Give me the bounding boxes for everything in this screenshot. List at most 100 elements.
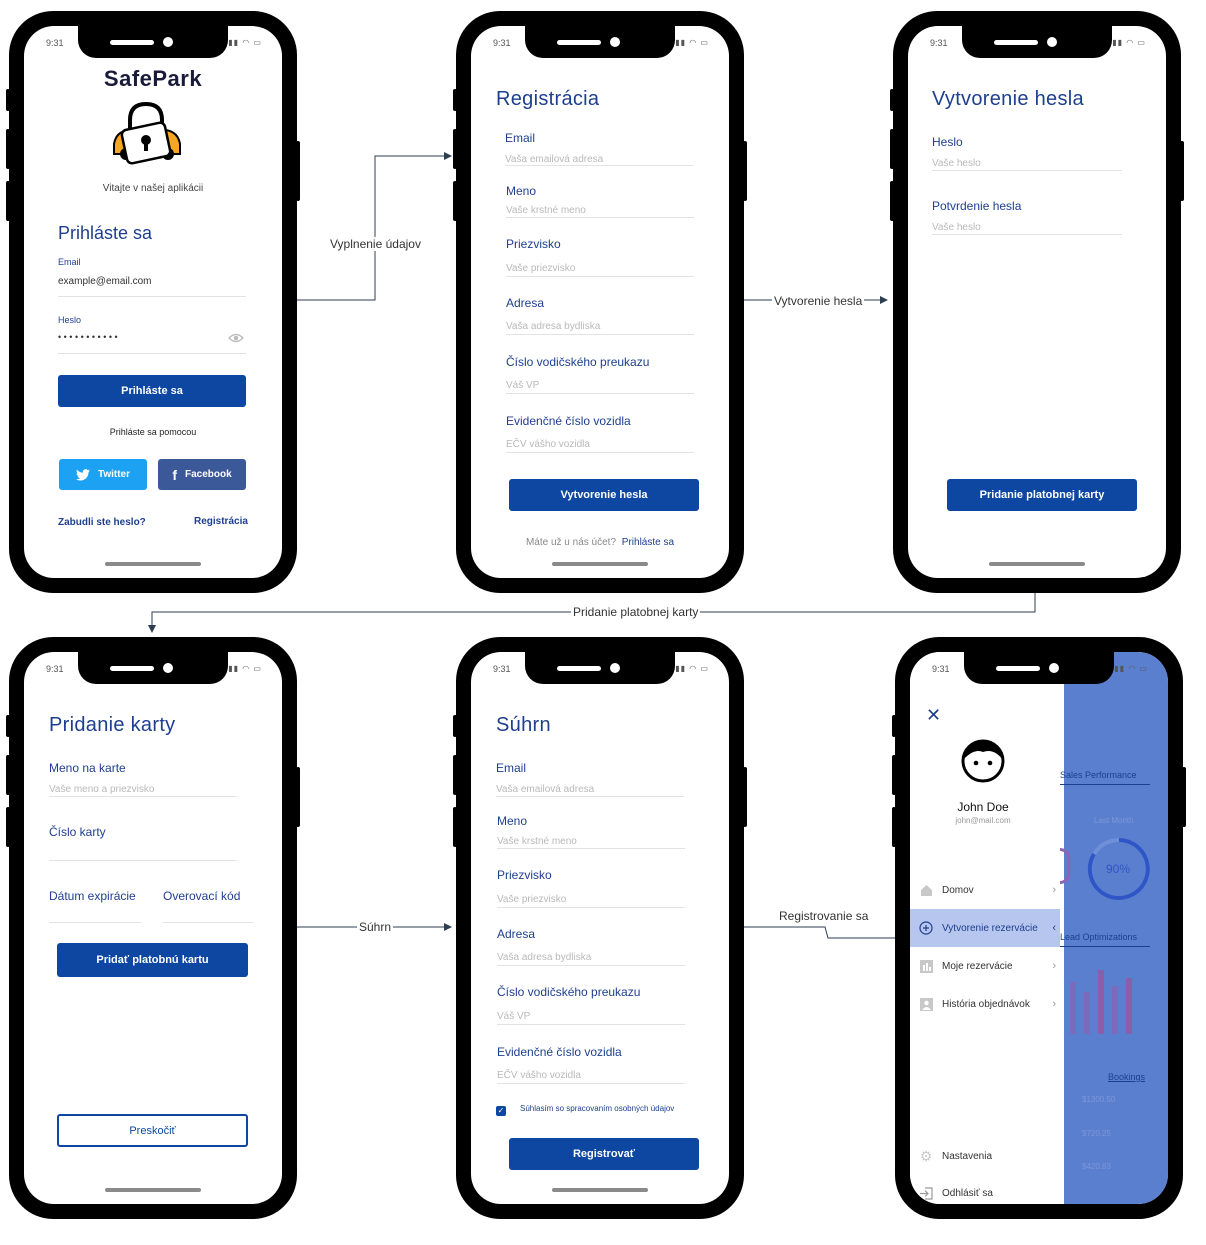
- login-button[interactable]: Prihláste sa: [58, 375, 246, 407]
- reg-email-input[interactable]: Vaša emailová adresa: [505, 154, 603, 165]
- card-cvc-label: Overovací kód: [163, 889, 241, 903]
- password-input[interactable]: Vaše heslo: [932, 158, 981, 169]
- close-icon[interactable]: ✕: [926, 706, 941, 724]
- dashboard-background: Sales Performance Last Month 90% Lead Op…: [1060, 652, 1168, 1204]
- menu-item-home[interactable]: Domov ›: [910, 871, 1060, 909]
- password-label: Heslo: [58, 315, 82, 325]
- person-card-icon: [919, 997, 933, 1011]
- menu-item-my-reservations[interactable]: Moje rezervácie ›: [910, 947, 1060, 985]
- menu-label-my-reservations: Moje rezervácie: [942, 960, 1013, 972]
- add-card-button[interactable]: Pridanie platobnej karty: [947, 479, 1137, 511]
- reg-name-input[interactable]: Vaše krstné meno: [506, 205, 586, 216]
- menu-label-order-history: História objednávok: [942, 998, 1030, 1010]
- menu-item-logout[interactable]: Odhlásiť sa: [910, 1174, 1060, 1204]
- email-label: Email: [58, 257, 81, 267]
- password-field[interactable]: • • • • • • • • • • •: [58, 332, 118, 342]
- app-name: SafePark: [103, 66, 203, 91]
- sum-surname-label: Priezvisko: [497, 868, 552, 882]
- phone-registration: 9:31 ▮▮ ◠ ▭ Registrácia Email Vaša email…: [453, 11, 747, 593]
- sum-license-label: Číslo vodičského preukazu: [497, 985, 641, 999]
- eye-icon[interactable]: [228, 332, 244, 344]
- menu-item-order-history[interactable]: História objednávok ›: [910, 985, 1060, 1023]
- car-lock-logo: [113, 101, 181, 165]
- menu-item-settings[interactable]: ⚙ Nastavenia: [910, 1137, 1060, 1175]
- have-account-text: Máte už u nás účet?: [525, 537, 617, 548]
- chevron-right-icon: ›: [1052, 884, 1056, 896]
- sum-address-input[interactable]: Vaša adresa bydliska: [497, 952, 591, 963]
- menu-label-home: Domov: [942, 884, 974, 896]
- sum-email-input[interactable]: Vaša emailová adresa: [496, 784, 594, 795]
- consent-text: Súhlasím so spracovaním osobných údajov: [520, 1104, 675, 1113]
- status-time: 9:31: [493, 664, 511, 674]
- sum-surname-input[interactable]: Vaše priezvisko: [497, 894, 566, 905]
- reg-license-input[interactable]: Váš VP: [506, 380, 539, 391]
- add-card-screen: 9:31 ▮▮ ◠ ▭ Pridanie karty Meno na karte…: [24, 652, 282, 1204]
- skip-button[interactable]: Preskočiť: [57, 1114, 248, 1147]
- facebook-button[interactable]: f Facebook: [158, 459, 246, 490]
- password-screen: 9:31 ▮▮ ◠ ▭ Vytvorenie hesla Heslo Vaše …: [908, 26, 1166, 578]
- connector-summary-menu: [743, 926, 896, 939]
- chevron-right-icon: ›: [1052, 960, 1056, 972]
- connector-label-fill-data: Vyplnenie údajov: [328, 237, 423, 251]
- connector-label-add-card: Pridanie platobnej karty: [571, 605, 701, 619]
- facebook-label: Facebook: [184, 469, 232, 480]
- avatar-icon: [961, 739, 1005, 783]
- side-drawer: 9:31 ✕ John Doe john@mail.com Domov › Vy…: [910, 652, 1060, 1204]
- twitter-button[interactable]: Twitter: [59, 459, 147, 490]
- card-expiry-label: Dátum expirácie: [49, 889, 136, 903]
- sum-email-label: Email: [496, 761, 527, 775]
- twitter-icon: [75, 468, 90, 481]
- gear-icon: ⚙: [919, 1147, 933, 1164]
- phone-menu: Sales Performance Last Month 90% Lead Op…: [892, 637, 1186, 1219]
- reg-surname-label: Priezvisko: [506, 237, 561, 251]
- reg-surname-input[interactable]: Vaše priezvisko: [506, 263, 575, 274]
- status-icons: ▮▮ ◠ ▭: [675, 664, 709, 673]
- card-name-input[interactable]: Vaše meno a priezvisko: [49, 784, 154, 795]
- phone-create-password: 9:31 ▮▮ ◠ ▭ Vytvorenie hesla Heslo Vaše …: [890, 11, 1184, 593]
- chevron-left-icon: ‹: [1052, 922, 1056, 934]
- login-prompt: Máte už u nás účet? Prihláste sa: [471, 537, 729, 548]
- email-field[interactable]: example@email.com: [58, 276, 152, 287]
- create-password-button[interactable]: Vytvorenie hesla: [509, 479, 699, 511]
- confirm-password-input[interactable]: Vaše heslo: [932, 222, 981, 233]
- register-button[interactable]: Registrovať: [509, 1138, 699, 1170]
- logout-icon: [919, 1186, 933, 1200]
- forgot-password-link[interactable]: Zabudli ste heslo?: [58, 517, 146, 528]
- social-login-text: Prihláste sa pomocou: [109, 427, 197, 437]
- user-email: john@mail.com: [955, 816, 1011, 825]
- status-time: 9:31: [932, 664, 950, 674]
- sum-name-input[interactable]: Vaše krstné meno: [497, 836, 577, 847]
- login-screen: 9:31 ▮▮ ◠ ▭ SafePark Vitajte v našej apl…: [24, 26, 282, 578]
- reg-address-label: Adresa: [506, 296, 545, 310]
- sum-license-input[interactable]: Váš VP: [497, 1011, 530, 1022]
- amount-2: $720.25: [1082, 1129, 1111, 1138]
- chevron-right-icon: ›: [1052, 998, 1056, 1010]
- reg-plate-label: Evidenčné číslo vozidla: [506, 414, 631, 428]
- bookings-label: Bookings: [1108, 1072, 1146, 1082]
- twitter-label: Twitter: [97, 469, 131, 480]
- add-payment-card-button[interactable]: Pridať platobnú kartu: [57, 943, 248, 977]
- plus-circle-icon: [919, 921, 933, 935]
- status-time: 9:31: [930, 38, 948, 48]
- reg-address-input[interactable]: Vaša adresa bydliska: [506, 321, 600, 332]
- login-link[interactable]: Prihláste sa: [622, 537, 674, 548]
- card-name-label: Meno na karte: [49, 761, 126, 775]
- sum-name-label: Meno: [497, 814, 528, 828]
- phone-login: 9:31 ▮▮ ◠ ▭ SafePark Vitajte v našej apl…: [6, 11, 300, 593]
- menu-label-create-reservation: Vytvorenie rezervácie: [942, 922, 1038, 934]
- register-link[interactable]: Registrácia: [194, 516, 248, 527]
- facebook-icon: f: [172, 466, 177, 483]
- menu-item-create-reservation[interactable]: Vytvorenie rezervácie ‹: [910, 909, 1060, 947]
- consent-checkbox[interactable]: ✓: [496, 1106, 506, 1116]
- card-number-label: Číslo karty: [49, 825, 106, 839]
- sum-plate-label: Evidenčné číslo vozidla: [497, 1045, 622, 1059]
- connector-login-registration: [296, 152, 452, 301]
- phone-summary: 9:31 ▮▮ ◠ ▭ Súhrn Email Vaša emailová ad…: [453, 637, 747, 1219]
- add-card-title: Pridanie karty: [49, 714, 176, 736]
- status-time: 9:31: [46, 38, 64, 48]
- reg-name-label: Meno: [506, 184, 537, 198]
- sum-plate-input[interactable]: EČV vášho vozidla: [497, 1070, 581, 1081]
- reg-plate-input[interactable]: EČV vášho vozidla: [506, 439, 590, 450]
- phone-add-card: 9:31 ▮▮ ◠ ▭ Pridanie karty Meno na karte…: [6, 637, 300, 1219]
- registration-title: Registrácia: [496, 88, 600, 110]
